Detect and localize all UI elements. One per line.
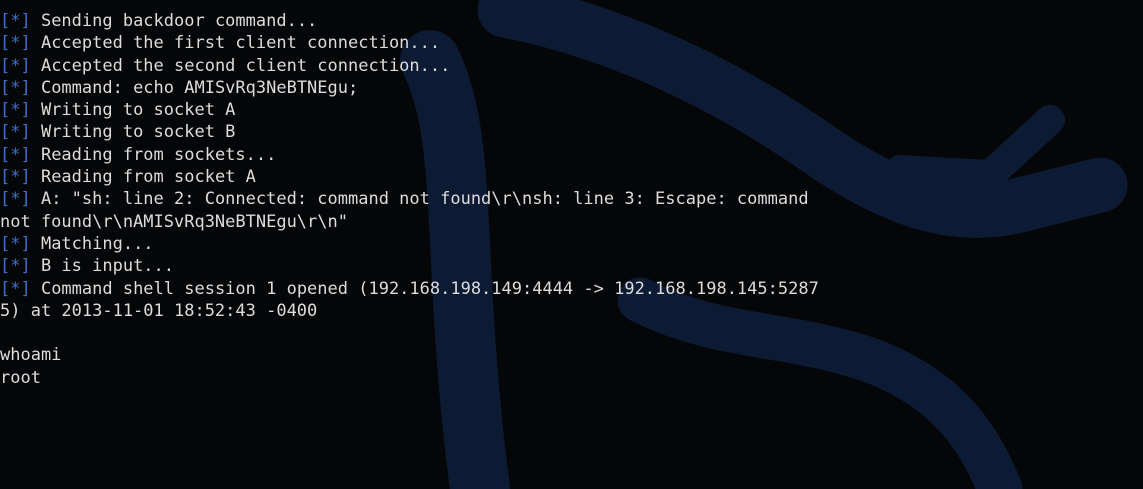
status-prefix: [*] — [0, 55, 31, 76]
status-prefix: [*] — [0, 77, 31, 98]
terminal-line: [*] Sending backdoor command... — [0, 10, 1143, 32]
terminal-line: [*] Accepted the second client connectio… — [0, 55, 1143, 77]
status-prefix: [*] — [0, 189, 31, 210]
terminal-line: [*] Reading from sockets... — [0, 144, 1143, 166]
line-text: Reading from socket A — [30, 167, 256, 188]
line-text: Reading from sockets... — [30, 144, 277, 165]
terminal-output: [*] Sending backdoor command... [*] Accep… — [0, 10, 1143, 389]
status-prefix: [*] — [0, 233, 31, 254]
line-text: not found\r\nAMISvRq3NeBTNEgu\r\n" — [0, 211, 348, 232]
terminal-line: [*] B is input... — [0, 255, 1143, 277]
terminal-line: [*] Writing to socket B — [0, 121, 1143, 143]
terminal-line: whoami — [0, 344, 1143, 366]
terminal-window[interactable]: [*] Sending backdoor command... [*] Accep… — [0, 0, 1143, 489]
line-text: Command: echo AMISvRq3NeBTNEgu; — [30, 77, 359, 98]
status-prefix: [*] — [0, 278, 31, 299]
terminal-line: root — [0, 367, 1143, 389]
terminal-line: [*] Writing to socket A — [0, 99, 1143, 121]
terminal-line: [*] Command shell session 1 opened (192.… — [0, 278, 1143, 300]
terminal-line: 5) at 2013-11-01 18:52:43 -0400 — [0, 300, 1143, 322]
status-prefix: [*] — [0, 11, 31, 31]
status-prefix: [*] — [0, 122, 31, 143]
line-text: root — [0, 367, 41, 388]
line-text: Accepted the second client connection... — [30, 55, 451, 76]
line-text: Sending backdoor command... — [30, 11, 318, 31]
line-text: B is input... — [30, 256, 175, 277]
terminal-line: not found\r\nAMISvRq3NeBTNEgu\r\n" — [0, 211, 1143, 233]
terminal-line: [*] Command: echo AMISvRq3NeBTNEgu; — [0, 77, 1143, 99]
line-text: Accepted the first client connection... — [30, 33, 441, 54]
line-text: whoami — [0, 345, 62, 366]
line-text: A: "sh: line 2: Connected: command not f… — [30, 189, 809, 210]
status-prefix: [*] — [0, 100, 31, 121]
terminal-line: [*] Accepted the first client connection… — [0, 32, 1143, 54]
status-prefix: [*] — [0, 256, 31, 277]
terminal-line: [*] Reading from socket A — [0, 166, 1143, 188]
line-text: 5) at 2013-11-01 18:52:43 -0400 — [0, 300, 318, 321]
line-text: Writing to socket A — [30, 100, 236, 121]
line-text: Matching... — [30, 233, 154, 254]
line-text: Writing to socket B — [30, 122, 236, 143]
terminal-line: [*] A: "sh: line 2: Connected: command n… — [0, 188, 1143, 210]
status-prefix: [*] — [0, 167, 31, 188]
terminal-line: [*] Matching... — [0, 233, 1143, 255]
status-prefix: [*] — [0, 144, 31, 165]
status-prefix: [*] — [0, 33, 31, 54]
line-text: Command shell session 1 opened (192.168.… — [30, 278, 819, 299]
